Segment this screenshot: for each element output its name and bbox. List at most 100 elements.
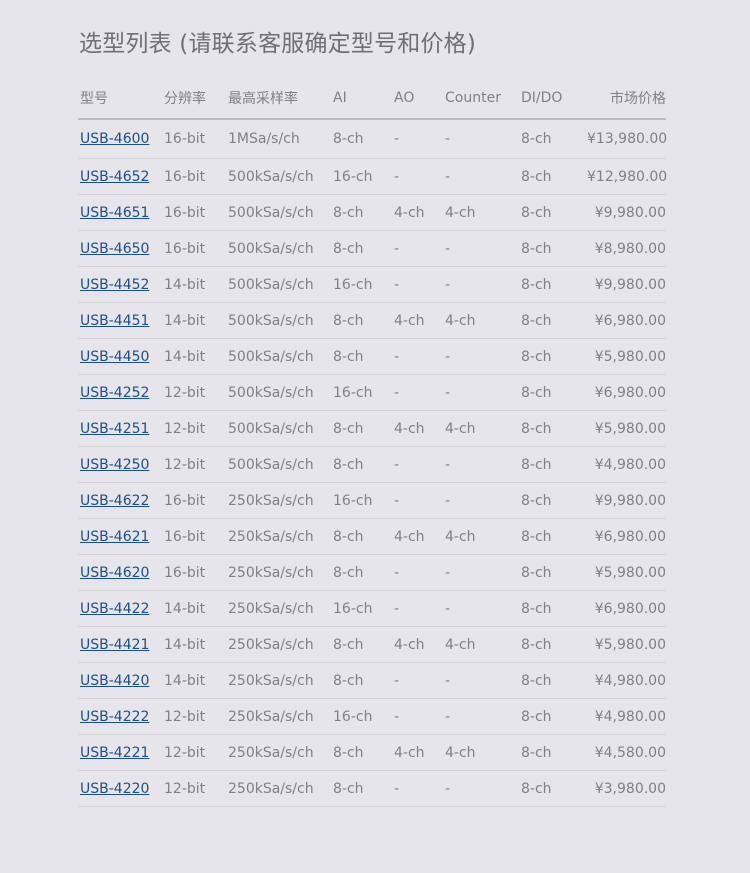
table-row: USB-4451 14-bit 500kSa/s/ch 8-ch 4-ch 4-ch 8-c… [78,302,666,339]
ai-cell: 16-ch [333,698,394,735]
column-header-ai: AI [333,78,394,120]
sample-rate-cell: 250kSa/s/ch [228,590,333,627]
price-cell: ¥12,980.00 [587,158,667,195]
model-link[interactable]: USB-4222 [80,709,149,725]
model-link[interactable]: USB-4650 [80,241,149,257]
model-cell: USB-4220 [78,770,164,807]
model-link[interactable]: USB-4221 [80,745,149,761]
ao-cell: - [394,158,445,195]
model-selection-table: 型号 分辨率 最高采样率 AI AO Counter DI/DO 市场价格 US… [78,78,667,807]
ai-cell: 8-ch [333,338,394,375]
ao-cell: 4-ch [394,518,445,555]
model-link[interactable]: USB-4421 [80,637,149,653]
counter-cell: 4-ch [445,302,521,339]
sample-rate-cell: 250kSa/s/ch [228,554,333,591]
model-link[interactable]: USB-4600 [80,131,149,147]
ai-cell: 8-ch [333,302,394,339]
model-link[interactable]: USB-4452 [80,277,149,293]
sample-rate-cell: 500kSa/s/ch [228,410,333,447]
table-body: USB-4600 16-bit 1MSa/s/ch 8-ch - -8-ch ¥13,980… [78,119,667,807]
model-cell: USB-4251 [78,410,164,447]
counter-cell: - [445,770,521,807]
column-header-counter: Counter [445,78,521,120]
ai-cell: 8-ch [333,119,394,159]
resolution-cell: 16-bit [164,482,228,519]
model-cell: USB-4622 [78,482,164,519]
counter-cell: - [445,266,521,303]
table-row: USB-4420 14-bit 250kSa/s/ch 8-ch - -8-ch ¥4,98… [78,662,666,699]
dido-cell: 8-ch [521,230,587,267]
counter-cell: - [445,554,521,591]
column-header-max-sample-rate: 最高采样率 [228,78,333,120]
model-link[interactable]: USB-4220 [80,781,149,797]
model-link[interactable]: USB-4422 [80,601,149,617]
table-row: USB-4652 16-bit 500kSa/s/ch 16-ch - -8-ch ¥12,… [78,158,667,195]
ao-cell: - [394,770,445,807]
price-cell: ¥6,980.00 [587,374,666,411]
ao-cell: 4-ch [394,302,445,339]
model-link[interactable]: USB-4252 [80,385,149,401]
sample-rate-cell: 250kSa/s/ch [228,770,333,807]
column-header-resolution: 分辨率 [164,78,228,120]
price-cell: ¥9,980.00 [587,482,666,519]
model-link[interactable]: USB-4620 [80,565,149,581]
model-link[interactable]: USB-4450 [80,349,149,365]
dido-cell: 8-ch [521,302,587,339]
sample-rate-cell: 500kSa/s/ch [228,302,333,339]
model-cell: USB-4252 [78,374,164,411]
model-cell: USB-4420 [78,662,164,699]
price-cell: ¥4,580.00 [587,734,666,771]
counter-cell: 4-ch [445,410,521,447]
table-row: USB-4452 14-bit 500kSa/s/ch 16-ch - -8-ch ¥9,9… [78,266,666,303]
table-row: USB-4620 16-bit 250kSa/s/ch 8-ch - -8-ch ¥5,98… [78,554,666,591]
ai-cell: 8-ch [333,518,394,555]
ao-cell: - [394,119,445,159]
price-cell: ¥6,980.00 [587,590,666,627]
ao-cell: - [394,266,445,303]
price-cell: ¥4,980.00 [587,698,666,735]
model-link[interactable]: USB-4652 [80,169,149,185]
model-link[interactable]: USB-4251 [80,421,149,437]
ai-cell: 8-ch [333,554,394,591]
model-cell: USB-4600 [78,119,164,159]
ai-cell: 16-ch [333,374,394,411]
model-cell: USB-4422 [78,590,164,627]
ai-cell: 16-ch [333,590,394,627]
table-row: USB-4651 16-bit 500kSa/s/ch 8-ch 4-ch 4-ch 8-c… [78,194,666,231]
table-row: USB-4622 16-bit 250kSa/s/ch 16-ch - -8-ch ¥9,9… [78,482,666,519]
model-link[interactable]: USB-4451 [80,313,149,329]
model-link[interactable]: USB-4622 [80,493,149,509]
column-header-market-price: 市场价格 [587,78,666,120]
column-header-model: 型号 [78,78,164,120]
table-row: USB-4221 12-bit 250kSa/s/ch 8-ch 4-ch 4-ch 8-c… [78,734,666,771]
model-cell: USB-4451 [78,302,164,339]
price-cell: ¥9,980.00 [587,266,666,303]
dido-cell: 8-ch [521,626,587,663]
model-link[interactable]: USB-4651 [80,205,149,221]
resolution-cell: 16-bit [164,554,228,591]
table-row: USB-4621 16-bit 250kSa/s/ch 8-ch 4-ch 4-ch 8-c… [78,518,666,555]
resolution-cell: 16-bit [164,119,228,159]
page-title: 选型列表 (请联系客服确定型号和价格) [79,31,477,57]
price-cell: ¥4,980.00 [587,446,666,483]
selection-page: 选型列表 (请联系客服确定型号和价格) 型号 分辨率 最高采样率 AI AO C… [0,0,750,873]
model-link[interactable]: USB-4420 [80,673,149,689]
counter-cell: - [445,374,521,411]
price-cell: ¥5,980.00 [587,410,666,447]
counter-cell: - [445,590,521,627]
dido-cell: 8-ch [521,266,587,303]
model-cell: USB-4450 [78,338,164,375]
sample-rate-cell: 250kSa/s/ch [228,734,333,771]
price-cell: ¥4,980.00 [587,662,666,699]
table-row: USB-4422 14-bit 250kSa/s/ch 16-ch - -8-ch ¥6,9… [78,590,666,627]
ai-cell: 8-ch [333,410,394,447]
sample-rate-cell: 500kSa/s/ch [228,266,333,303]
model-link[interactable]: USB-4621 [80,529,149,545]
ao-cell: - [394,230,445,267]
model-link[interactable]: USB-4250 [80,457,149,473]
counter-cell: - [445,230,521,267]
resolution-cell: 12-bit [164,446,228,483]
dido-cell: 8-ch [521,446,587,483]
model-cell: USB-4621 [78,518,164,555]
ai-cell: 16-ch [333,266,394,303]
